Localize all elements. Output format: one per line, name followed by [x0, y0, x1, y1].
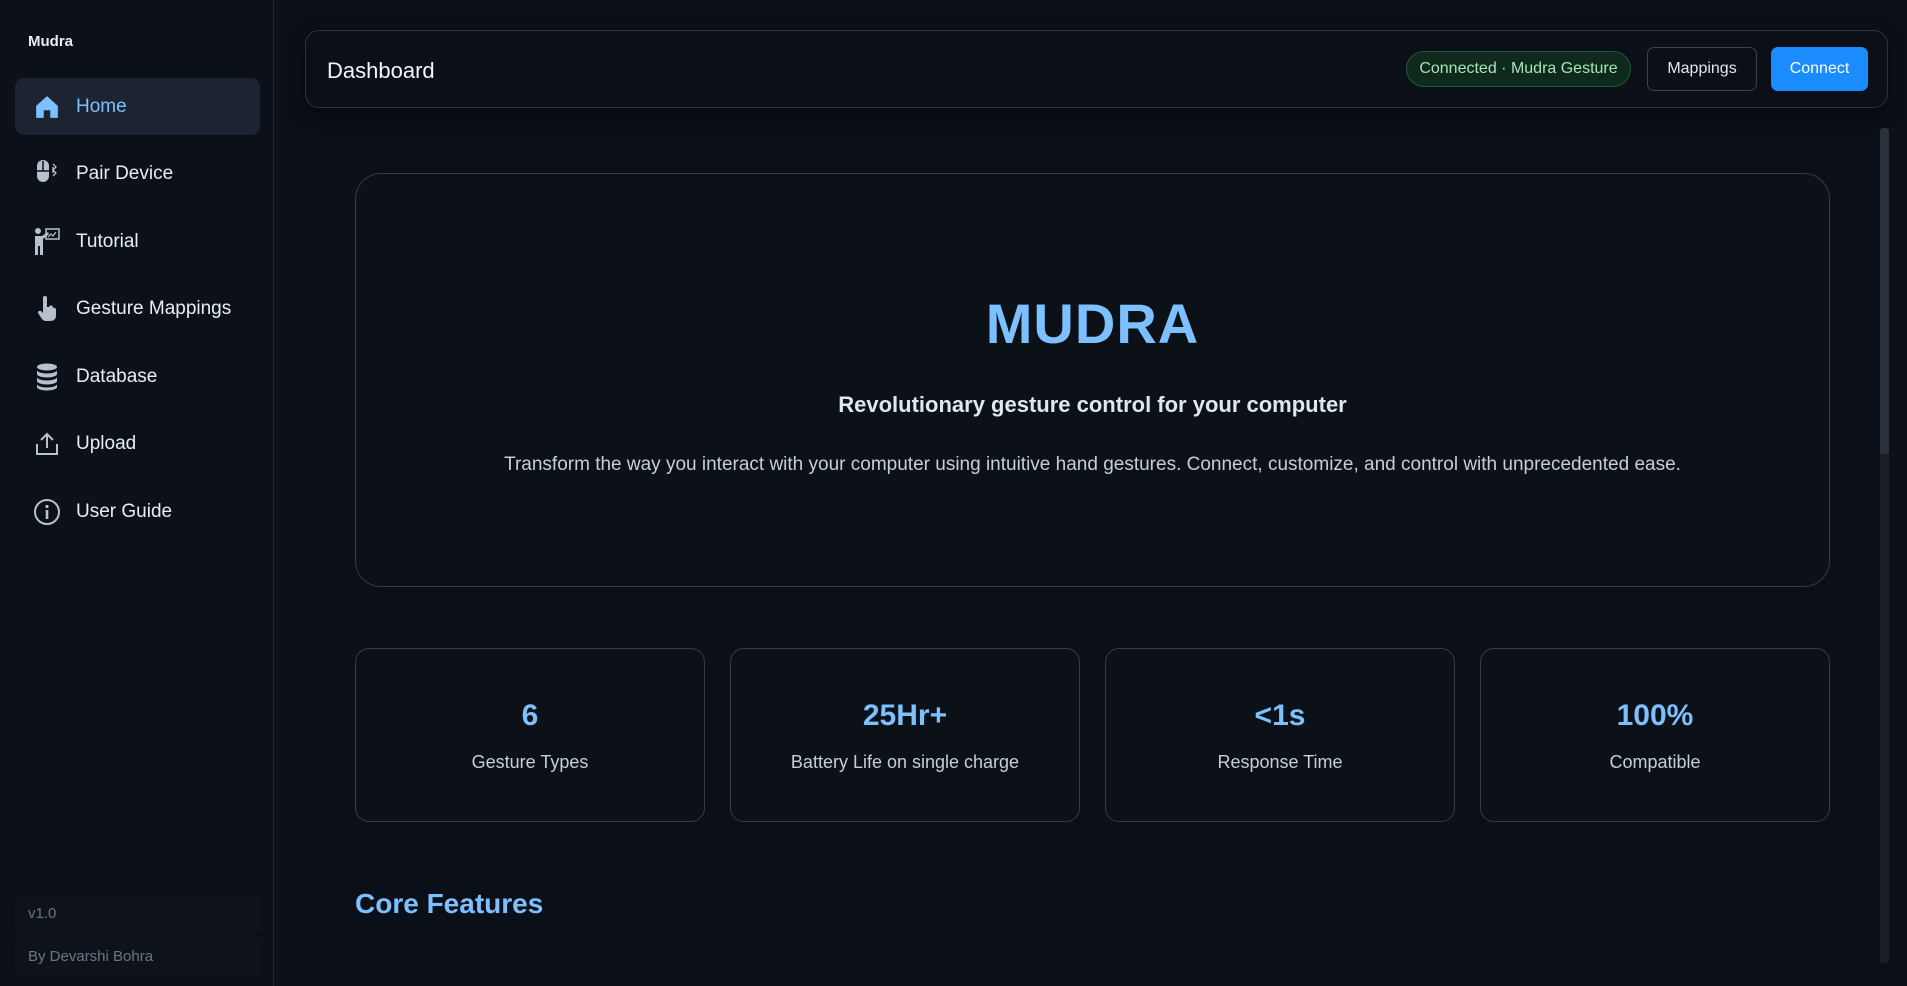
presenter-icon — [33, 227, 61, 256]
pointer-hand-icon — [33, 295, 61, 323]
stat-value: 100% — [1616, 699, 1694, 732]
home-icon — [33, 93, 61, 121]
app-root: Mudra Home Pair Device Tutorial Gesture … — [0, 0, 1907, 986]
sidebar-item-label: User Guide — [76, 500, 173, 522]
sidebar-nav: Home Pair Device Tutorial Gesture Mappin… — [15, 78, 260, 551]
hero-card: MUDRA Revolutionary gesture control for … — [355, 173, 1830, 587]
sidebar-item-label: Tutorial — [76, 230, 139, 252]
sidebar-item-gesture-mappings[interactable]: Gesture Mappings — [15, 281, 260, 338]
stat-card-gesture-types: 6 Gesture Types — [355, 648, 705, 822]
mappings-button[interactable]: Mappings — [1647, 47, 1757, 91]
sidebar-item-tutorial[interactable]: Tutorial — [15, 213, 260, 270]
status-badge: Connected · Mudra Gesture — [1406, 51, 1631, 87]
stat-label: Compatible — [1609, 752, 1701, 772]
stat-value: <1s — [1254, 699, 1306, 732]
main-scrollbar[interactable] — [1880, 128, 1889, 963]
page-title: Dashboard — [327, 58, 435, 83]
sidebar-item-label: Home — [76, 95, 127, 117]
hero-title: MUDRA — [985, 292, 1200, 355]
sidebar-item-home[interactable]: Home — [15, 78, 260, 135]
stat-value: 6 — [521, 699, 539, 732]
sidebar-item-label: Database — [76, 365, 158, 387]
stat-label: Response Time — [1217, 752, 1343, 772]
stat-card-compatibility: 100% Compatible — [1480, 648, 1830, 822]
database-icon — [33, 363, 61, 391]
hero-description: Transform the way you interact with your… — [504, 454, 1681, 475]
app-brand: Mudra — [28, 33, 73, 50]
stat-label: Battery Life on single charge — [790, 752, 1020, 772]
info-icon — [33, 498, 61, 526]
upload-icon — [33, 430, 61, 458]
mouse-icon — [33, 160, 61, 188]
stat-value: 25Hr+ — [862, 699, 948, 732]
sidebar-item-pair-device[interactable]: Pair Device — [15, 146, 260, 203]
core-features-heading: Core Features — [355, 888, 544, 919]
stat-label: Gesture Types — [471, 752, 589, 772]
author-label: By Devarshi Bohra — [15, 938, 260, 975]
hero-subtitle: Revolutionary gesture control for your c… — [838, 392, 1347, 417]
sidebar-item-user-guide[interactable]: User Guide — [15, 483, 260, 540]
stats-row: 6 Gesture Types 25Hr+ Battery Life on si… — [355, 648, 1830, 822]
sidebar-item-label: Pair Device — [76, 163, 174, 184]
sidebar-item-database[interactable]: Database — [15, 348, 260, 405]
stat-card-battery-life: 25Hr+ Battery Life on single charge — [730, 648, 1080, 822]
sidebar-item-upload[interactable]: Upload — [15, 416, 260, 473]
stat-card-response-time: <1s Response Time — [1105, 648, 1455, 822]
scrollbar-thumb[interactable] — [1880, 128, 1889, 454]
sidebar-item-label: Gesture Mappings — [76, 298, 232, 319]
connect-button[interactable]: Connect — [1771, 47, 1868, 91]
sidebar-item-label: Upload — [76, 433, 137, 454]
top-header: Dashboard Connected · Mudra Gesture Mapp… — [305, 30, 1888, 108]
version-label: v1.0 — [15, 895, 260, 932]
sidebar: Mudra Home Pair Device Tutorial Gesture … — [0, 0, 274, 986]
